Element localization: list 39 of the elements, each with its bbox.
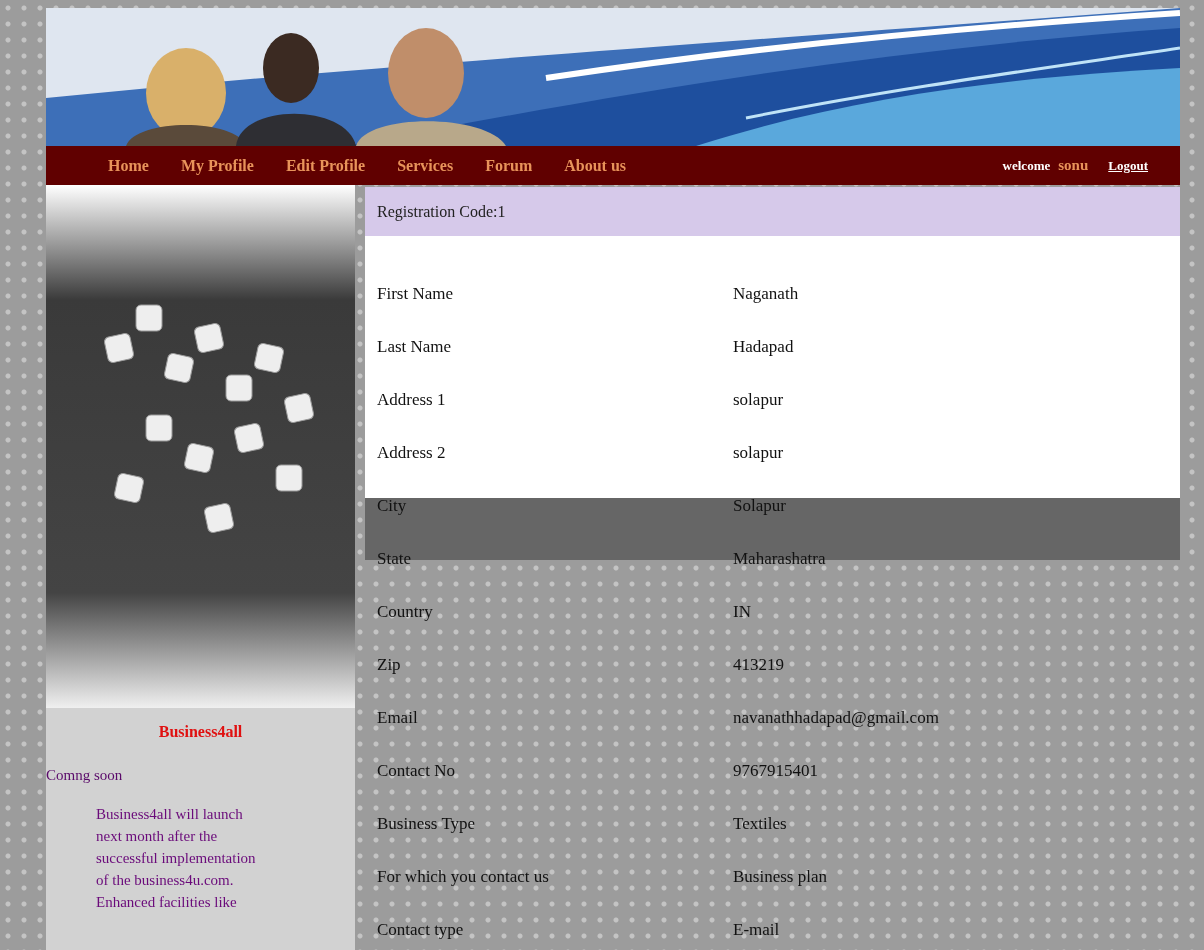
nav-link[interactable]: Forum (485, 153, 533, 178)
nav-link[interactable]: Home (108, 153, 149, 178)
field-label: Business Type (376, 813, 477, 835)
field-label: Address 1 (376, 389, 447, 411)
field-value: E-mail (733, 919, 780, 941)
field-label: Last Name (376, 336, 453, 358)
sidebar-title: Business4all (157, 722, 244, 742)
logout-link[interactable]: Logout (1108, 155, 1148, 176)
registration-header: Registration Code:1 (365, 187, 1180, 236)
field-value: Naganath (733, 283, 799, 305)
field-label: Zip (376, 654, 402, 676)
field-label: Address 2 (376, 442, 447, 464)
nav-link[interactable]: Edit Profile (285, 153, 366, 178)
nav-link[interactable]: Services (397, 153, 454, 178)
field-value: Maharashatra (733, 548, 826, 570)
sidebar-subtitle: Comng soon (46, 766, 124, 785)
field-value: solapur (733, 442, 784, 464)
nav-link[interactable]: My Profile (180, 153, 254, 178)
field-value: navanathhadapad@gmail.com (733, 707, 939, 729)
field-label: Country (376, 601, 434, 623)
field-value: solapur (733, 389, 784, 411)
field-value: 413219 (733, 654, 784, 676)
welcome-label: welcome (1002, 156, 1051, 175)
field-label: For which you contact us (376, 866, 550, 888)
field-value: Textiles (733, 813, 787, 835)
field-value: Hadapad (733, 336, 794, 358)
nav-link[interactable]: About us (564, 153, 627, 178)
field-label: First Name (376, 283, 455, 305)
field-label: State (376, 548, 412, 570)
user-name: sonu (1058, 156, 1089, 176)
field-label: Contact No (376, 760, 456, 782)
sidebar-paragraph: Business4all will launch next month after the successful implementation of the business4u.com. Enhanced facilities like (95, 804, 257, 912)
field-value: IN (733, 601, 751, 623)
field-value: 9767915401 (733, 760, 818, 782)
field-value: Business plan (733, 866, 827, 888)
field-label: Contact type (376, 919, 465, 941)
field-label: Email (376, 707, 419, 729)
field-value: Solapur (733, 495, 786, 517)
field-label: City (376, 495, 408, 517)
